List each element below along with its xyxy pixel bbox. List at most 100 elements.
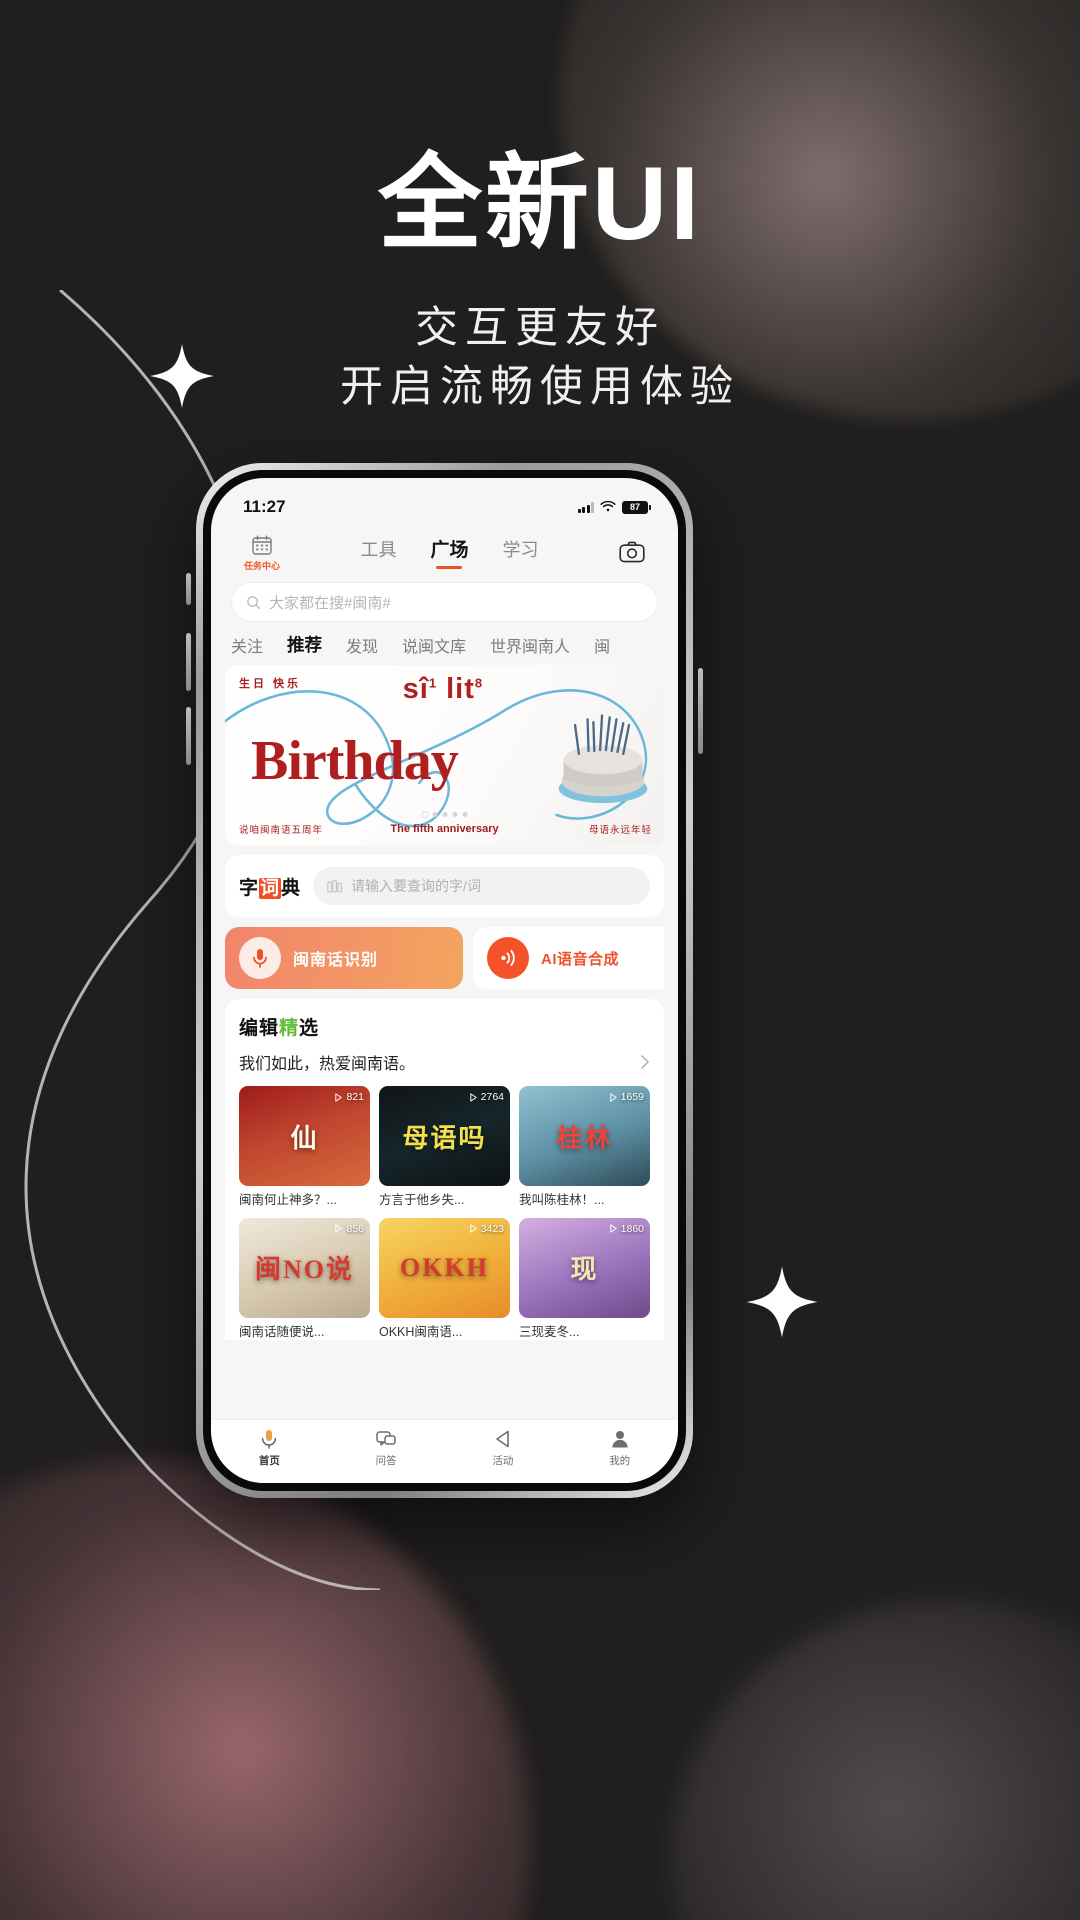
battery-level: 87 (629, 502, 640, 512)
phone-volume-down-button[interactable] (186, 707, 191, 765)
tab-bar-label-profile: 我的 (609, 1455, 631, 1467)
tab-bar-item-profile[interactable]: 我的 (561, 1428, 678, 1468)
search-input[interactable]: 大家都在搜#闽南# (231, 582, 658, 622)
top-navigation-bar: 任务中心 工具 广场 学习 (211, 524, 678, 576)
video-card[interactable]: 1659 桂林 我叫陈桂林！... (519, 1086, 650, 1209)
phone-power-button[interactable] (698, 668, 703, 754)
video-card[interactable]: 2764 母语吗 方言于他乡失... (379, 1086, 510, 1209)
microphone-icon (253, 949, 267, 968)
camera-button[interactable] (606, 541, 658, 563)
video-thumbnail: 1659 桂林 (519, 1086, 650, 1186)
tab-bar-label-qa: 问答 (375, 1455, 397, 1467)
video-play-count: 821 (334, 1091, 364, 1103)
video-play-count-value: 3423 (480, 1222, 504, 1235)
video-card[interactable]: 821 仙 闽南何止神多？... (239, 1086, 370, 1209)
cellular-signal-icon (577, 501, 594, 513)
page-title: 全新UI (377, 146, 702, 262)
phone-body: 11:27 87 任务中心 工具 广场 学习 大家都在搜#闽南# 关注 推荐 发… (203, 470, 686, 1491)
dictionary-title-char-2: 词 (259, 877, 282, 899)
video-play-count-value: 1860 (620, 1222, 644, 1235)
microphone-icon-wrap (239, 937, 281, 979)
banner-footer-right: 母语永远年轻 (588, 825, 652, 836)
ai-tts-button[interactable]: AI语音合成 (473, 927, 664, 989)
category-tab-library[interactable]: 说闽文库 (402, 633, 466, 657)
phone-mute-switch[interactable] (186, 573, 191, 605)
video-play-count: 3423 (469, 1223, 504, 1235)
banner-romanization-1: sî (402, 673, 429, 705)
video-title: 闽南何止神多？... (239, 1193, 337, 1207)
video-grid: 821 仙 闽南何止神多？... 2764 母语吗 方言于他乡失... 1659… (239, 1086, 650, 1340)
category-tab-follow[interactable]: 关注 (231, 633, 263, 657)
banner-page-dots (422, 812, 467, 817)
dictionary-input-placeholder: 请输入要查询的字/词 (351, 878, 481, 894)
tab-bar-item-activity[interactable]: 活动 (445, 1428, 562, 1468)
phone-screen: 11:27 87 任务中心 工具 广场 学习 大家都在搜#闽南# 关注 推荐 发… (211, 478, 678, 1483)
tab-bar-label-activity: 活动 (492, 1455, 514, 1467)
banner-tone-1: 1 (428, 675, 438, 691)
category-tab-discover[interactable]: 发现 (346, 633, 378, 657)
video-card[interactable]: 3423 OKKH OKKH闽南语... (379, 1217, 510, 1341)
video-play-count: 1659 (609, 1091, 644, 1103)
tab-study[interactable]: 学习 (503, 536, 539, 569)
category-tabs: 关注 推荐 发现 说闽文库 世界闽南人 闽 (211, 630, 678, 665)
status-bar-time: 11:27 (243, 497, 286, 516)
tab-plaza[interactable]: 广场 (430, 535, 468, 569)
video-thumbnail-art-text: 现 (570, 1255, 599, 1285)
search-bar-container: 大家都在搜#闽南# (211, 576, 678, 630)
banner-tone-2: 8 (474, 675, 484, 691)
video-title: 我叫陈桂林！... (519, 1193, 605, 1207)
ai-tts-label: AI语音合成 (541, 950, 620, 968)
search-placeholder: 大家都在搜#闽南# (269, 594, 391, 612)
editor-picks-subtitle-row[interactable]: 我们如此，热爱闽南语。 (239, 1050, 650, 1074)
poster-subtitle-line-1: 交互更友好 (415, 304, 665, 352)
tab-bar-item-qa[interactable]: 问答 (328, 1428, 445, 1468)
phone-volume-up-button[interactable] (186, 633, 191, 691)
category-tab-world[interactable]: 世界闽南人 (490, 633, 570, 657)
chevron-right-icon (641, 1055, 649, 1069)
task-center-button[interactable]: 任务中心 (231, 533, 293, 572)
person-icon (612, 1431, 628, 1448)
video-thumbnail: 3423 OKKH (379, 1217, 510, 1318)
anniversary-banner[interactable]: 生日 快乐 sî1 lit8 Birthday 说咱闽南语五周年 The fif… (225, 665, 664, 845)
banner-footer-left: 说咱闽南语五周年 (239, 825, 324, 836)
dictionary-title-char-3: 典 (281, 877, 302, 899)
play-triangle-icon (609, 1224, 617, 1233)
sound-wave-icon-wrap (487, 937, 529, 979)
category-tab-min[interactable]: 闽 (594, 633, 610, 657)
video-play-count-value: 856 (346, 1222, 364, 1235)
editor-picks-title-part-1: 编辑 (239, 1018, 280, 1039)
video-play-count: 2764 (469, 1091, 504, 1103)
speech-recognition-button[interactable]: 闽南话识别 (225, 927, 463, 989)
video-title: 方言于他乡失... (379, 1193, 465, 1207)
play-triangle-icon (496, 1430, 509, 1448)
video-thumbnail-art-text: 桂林 (556, 1123, 613, 1153)
calendar-icon (252, 535, 272, 555)
editor-picks-title-part-2: 精 (279, 1018, 300, 1039)
banner-happy-label: 生日 快乐 (239, 678, 302, 690)
video-thumbnail-art-text: OKKH (400, 1252, 489, 1282)
video-play-count: 1860 (609, 1223, 644, 1235)
camera-icon (619, 541, 645, 563)
play-triangle-icon (335, 1092, 343, 1102)
tab-bar-item-home[interactable]: 首页 (211, 1428, 328, 1468)
banner-headline: Birthday (251, 730, 459, 792)
background-glow-bottom-right (670, 1600, 1080, 1920)
video-card[interactable]: 856 闽NO说 闽南话随便说... (239, 1217, 370, 1341)
play-triangle-icon (609, 1092, 617, 1102)
editor-picks-title: 编辑精选 (239, 1013, 319, 1040)
video-card[interactable]: 1860 现 三现麦冬... (519, 1217, 650, 1341)
tab-tools[interactable]: 工具 (360, 536, 396, 569)
status-bar-indicators: 87 (577, 500, 651, 514)
category-tab-recommend[interactable]: 推荐 (287, 632, 323, 657)
sparkle-icon (742, 1262, 822, 1342)
dictionary-search-input[interactable]: 请输入要查询的字/词 (313, 867, 650, 905)
search-icon (247, 595, 261, 609)
chat-icon (376, 1431, 396, 1446)
play-triangle-icon (335, 1224, 343, 1233)
dictionary-card: 字词典 请输入要查询的字/词 (225, 855, 664, 917)
home-mic-icon (262, 1430, 277, 1449)
video-play-count-value: 2764 (480, 1091, 504, 1103)
poster-container: 全新UI 交互更友好 开启流畅使用体验 11:27 87 任务中心 工具 广场 … (0, 0, 1080, 1920)
video-thumbnail: 821 仙 (239, 1086, 370, 1186)
book-icon (327, 879, 343, 892)
